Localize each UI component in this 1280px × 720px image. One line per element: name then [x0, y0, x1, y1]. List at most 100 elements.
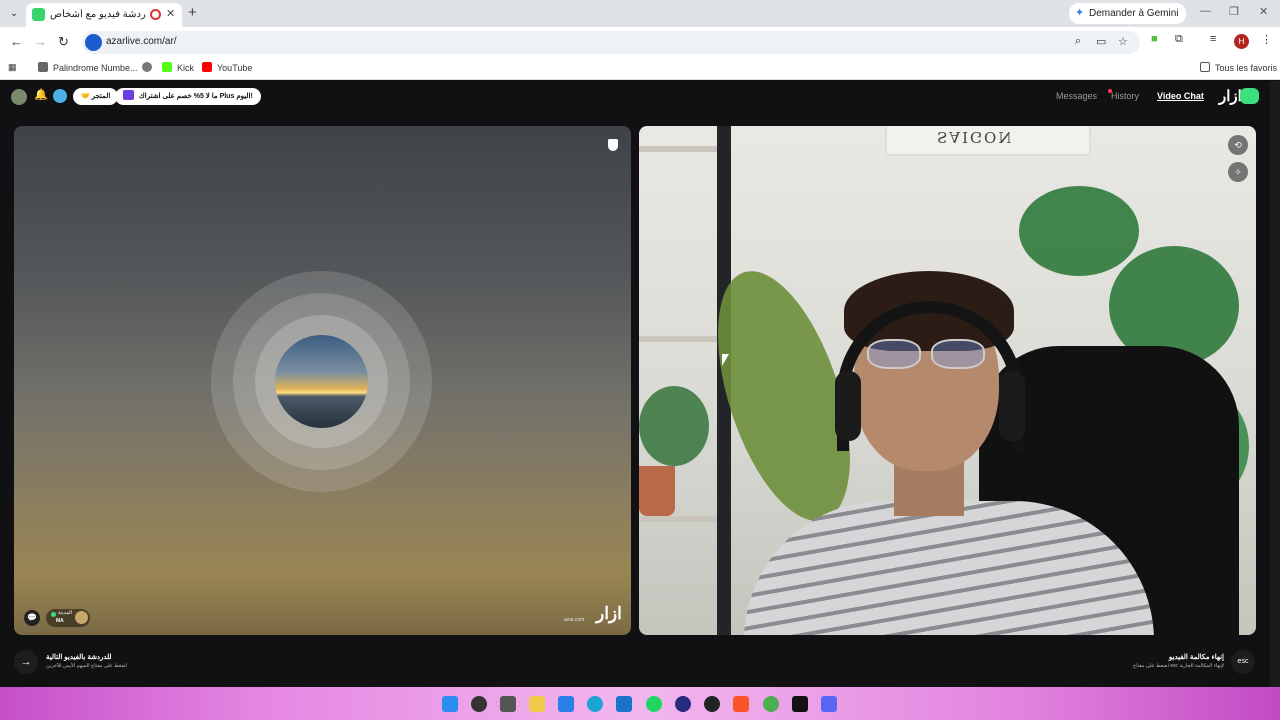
extension-icon[interactable]: ■ [1151, 33, 1158, 45]
watermark-id: azar.com [564, 617, 585, 623]
partner-video-panel: SAIGON ⟲ ✧ [639, 126, 1256, 635]
bookmark-favicon-icon [38, 62, 48, 72]
end-call-title: إنهاء مكالمة الفيديو [1168, 654, 1224, 661]
user-avatar[interactable] [11, 89, 27, 105]
search-icon[interactable] [471, 696, 487, 712]
glasses-lens [931, 339, 985, 369]
discord-icon[interactable] [821, 696, 837, 712]
nav-history-label: History [1111, 91, 1140, 101]
terminal-icon[interactable] [792, 696, 808, 712]
tab-title: أزار: دردشة فيديو مع أشخاص [50, 9, 146, 20]
plus-promo-button[interactable]: ما لا 5% خصم على اشتراك Plus اليوم! [115, 88, 261, 105]
next-chat-subtitle: اضغط على مفتاح السهم الأيمن للآخرين [46, 663, 127, 669]
eyeglasses [867, 339, 987, 369]
globe-icon [142, 62, 152, 72]
azar-logo-badge-icon [1240, 88, 1259, 104]
address-bar[interactable]: azarlive.com/ar/ ⌕ ▭ ☆ [82, 31, 1140, 54]
plant-leaves [639, 386, 709, 466]
glasses-lens [867, 339, 921, 369]
all-bookmarks-label: Tous les favoris [1215, 63, 1278, 73]
new-dot-indicator [1108, 89, 1112, 93]
azar-top-nav: 🔔 🤝 المتجر ما لا 5% خصم على اشتراك Plus … [0, 81, 1270, 113]
nav-video-chat[interactable]: Video Chat [1157, 91, 1204, 101]
searching-rings [211, 271, 432, 492]
bookmark-globe[interactable] [142, 62, 157, 73]
browser-tab-azar[interactable]: أزار: دردشة فيديو مع أشخاص ✕ [26, 3, 182, 27]
self-video-panel: 💬 المدينة MA azar.com ازار [14, 126, 631, 635]
close-window-icon[interactable]: ✕ [1259, 5, 1268, 18]
gift-icon [123, 90, 134, 100]
minimize-window-icon[interactable]: — [1200, 5, 1211, 17]
file-explorer-icon[interactable] [529, 696, 545, 712]
store-icon[interactable] [558, 696, 574, 712]
task-view-icon[interactable] [500, 696, 516, 712]
kick-icon [162, 62, 172, 72]
media-controls-icon[interactable]: ≡ [1210, 33, 1216, 45]
region-avatar [75, 611, 88, 624]
url-text: azarlive.com/ar/ [106, 36, 177, 47]
cast-icon[interactable]: ▭ [1096, 35, 1106, 48]
windows-start-icon[interactable] [442, 696, 458, 712]
restore-window-icon[interactable]: ❐ [1229, 5, 1239, 18]
wall-shelf [639, 146, 721, 152]
nav-messages[interactable]: Messages [1056, 91, 1097, 101]
edge-icon[interactable] [587, 696, 603, 712]
recording-indicator-icon [150, 9, 161, 20]
bookmark-label: Kick [177, 63, 195, 73]
profile-avatar[interactable]: H [1234, 34, 1249, 49]
site-info-icon[interactable] [85, 34, 102, 51]
page-scrollbar[interactable] [1270, 81, 1280, 687]
spotify-icon[interactable] [646, 696, 662, 712]
location-name: المدينة [58, 610, 73, 616]
headphone-earcup [999, 371, 1025, 441]
app-icon[interactable] [675, 696, 691, 712]
shield-icon[interactable] [608, 139, 618, 151]
promo-label: ما لا 5% خصم على اشتراك Plus اليوم! [139, 93, 253, 100]
bookmark-kick[interactable]: Kick [162, 62, 194, 73]
azar-watermark: ازار [596, 604, 622, 623]
azar-page: 🔔 🤝 المتجر ما لا 5% خصم على اشتراك Plus … [0, 81, 1270, 687]
apps-grid-icon[interactable]: ▦ [8, 62, 17, 73]
all-bookmarks-folder[interactable]: Tous les favoris [1200, 62, 1277, 73]
new-tab-button[interactable]: + [188, 4, 197, 21]
wall-shelf [639, 336, 721, 342]
bookmark-star-icon[interactable]: ☆ [1118, 35, 1128, 48]
gemini-icon: ✦ [1075, 7, 1085, 19]
chat-bubble-icon[interactable] [53, 89, 67, 103]
tab-close-icon[interactable]: ✕ [166, 7, 175, 20]
browser-tab-bar: ⌄ أزار: دردشة فيديو مع أشخاص ✕ + ✦ Deman… [0, 0, 1280, 27]
wall-frame: SAIGON [885, 126, 1091, 156]
azar-logo[interactable]: ازار [1219, 87, 1242, 105]
extensions-puzzle-icon[interactable]: ⧉ [1175, 33, 1183, 46]
back-arrow-icon[interactable]: ← [10, 34, 23, 49]
bookmark-label: Palindrome Numbe... [53, 63, 138, 73]
end-call-esc-button[interactable]: esc [1231, 650, 1255, 674]
profile-sunset-avatar [275, 335, 368, 428]
folder-icon [1200, 62, 1210, 72]
notification-bell-icon[interactable]: 🔔 [34, 88, 48, 101]
tab-list-chevron-icon[interactable]: ⌄ [6, 6, 22, 22]
frame-text: SAIGON [937, 128, 1014, 146]
camera-switch-icon[interactable]: ⟲ [1228, 135, 1248, 155]
location-badge[interactable]: المدينة MA [46, 609, 90, 627]
nav-history[interactable]: History [1108, 89, 1140, 101]
steam-icon[interactable] [704, 696, 720, 712]
browser-menu-icon[interactable]: ⋮ [1261, 33, 1272, 46]
zoom-icon[interactable]: ⌕ [1075, 35, 1081, 48]
next-chat-title: للدردشة بالفيديو التالية [46, 654, 112, 661]
store-button[interactable]: 🤝 المتجر [73, 88, 119, 105]
magic-filter-icon[interactable]: ✧ [1228, 162, 1248, 182]
forward-arrow-icon[interactable]: → [34, 34, 47, 49]
brave-icon[interactable] [733, 696, 749, 712]
bookmark-youtube[interactable]: YouTube [202, 62, 252, 73]
bookmark-palindrome[interactable]: Palindrome Numbe... [38, 62, 138, 73]
next-chat-arrow-button[interactable]: → [14, 650, 38, 674]
bookmark-label: YouTube [217, 63, 253, 73]
outlook-icon[interactable] [616, 696, 632, 712]
gemini-label: Demander à Gemini [1089, 8, 1179, 19]
ask-gemini-button[interactable]: ✦ Demander à Gemini [1069, 3, 1187, 24]
chrome-icon[interactable] [763, 696, 779, 712]
reload-icon[interactable]: ↻ [58, 34, 69, 50]
message-icon[interactable]: 💬 [24, 610, 40, 626]
youtube-icon [202, 62, 212, 72]
